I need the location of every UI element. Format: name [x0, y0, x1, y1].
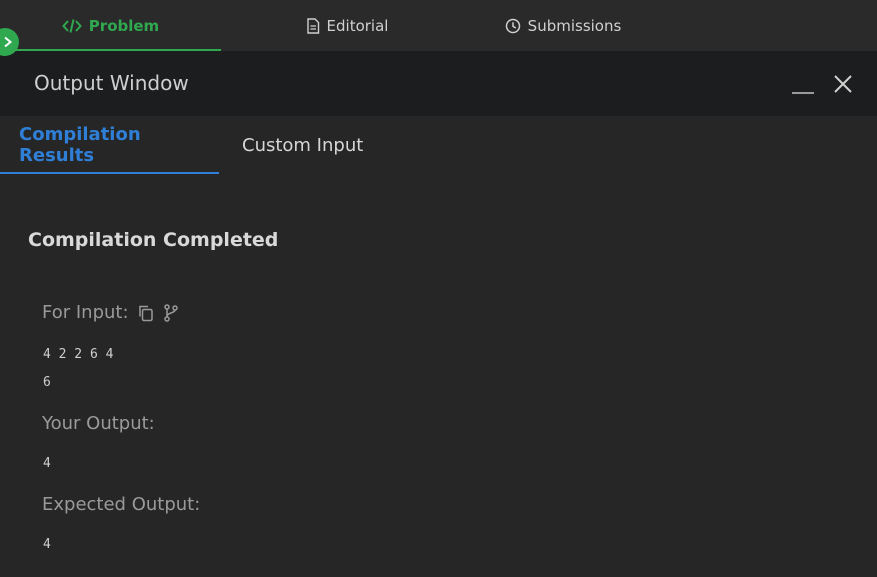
copy-icon[interactable] — [137, 304, 155, 322]
for-input-row: For Input: — [42, 302, 179, 323]
compilation-status: Compilation Completed — [28, 229, 279, 251]
window-title: Output Window — [34, 71, 189, 95]
tab-editorial-label: Editorial — [326, 16, 389, 35]
tab-submissions[interactable]: Submissions — [473, 0, 653, 51]
code-icon — [61, 18, 82, 34]
close-button[interactable] — [830, 73, 856, 99]
tab-custom-input[interactable]: Custom Input — [242, 116, 363, 174]
clock-icon — [505, 18, 521, 34]
your-output-value: 4 — [43, 456, 51, 471]
your-output-label: Your Output: — [42, 413, 155, 434]
minimize-icon — [791, 72, 815, 100]
output-sub-tabs: Compilation Results Custom Input — [0, 116, 877, 174]
output-window-header: Output Window — [0, 51, 877, 116]
top-tab-bar: Problem Editorial Submissions — [0, 0, 877, 51]
git-branch-icon[interactable] — [163, 303, 179, 322]
chevron-right-icon — [3, 33, 13, 52]
tab-submissions-label: Submissions — [527, 16, 622, 35]
input-value-line: 4 2 2 6 4 — [43, 347, 114, 362]
minimize-button[interactable] — [790, 73, 816, 99]
expected-output-value: 4 — [43, 537, 51, 552]
close-icon — [832, 73, 854, 99]
expected-output-label: Expected Output: — [42, 494, 201, 515]
tab-compilation-results[interactable]: Compilation Results — [0, 116, 219, 174]
for-input-label: For Input: — [42, 302, 129, 323]
input-value-line: 6 — [43, 375, 51, 390]
tab-problem-label: Problem — [88, 16, 160, 35]
tab-problem[interactable]: Problem — [0, 0, 221, 51]
tab-editorial[interactable]: Editorial — [221, 0, 473, 51]
document-icon — [306, 17, 320, 34]
